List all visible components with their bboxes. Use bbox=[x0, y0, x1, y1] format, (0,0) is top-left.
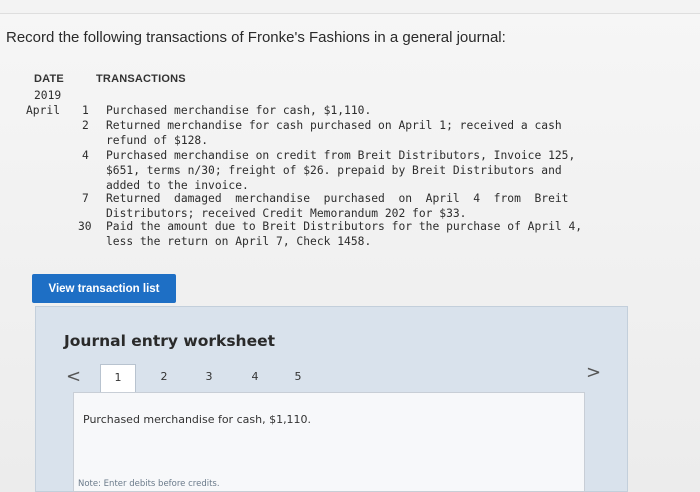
date-header: DATE bbox=[34, 73, 64, 85]
page: Record the following transactions of Fro… bbox=[0, 0, 700, 492]
transaction-day: 30 bbox=[78, 220, 92, 233]
transaction-line: refund of $128. bbox=[106, 134, 209, 147]
question-text: Record the following transactions of Fro… bbox=[6, 29, 506, 46]
transaction-line: Returned merchandise for cash purchased … bbox=[106, 119, 562, 132]
top-bar bbox=[0, 0, 700, 14]
transactions-header: TRANSACTIONS bbox=[96, 73, 186, 85]
transaction-line: $651, terms n/30; freight of $26. prepai… bbox=[106, 164, 562, 177]
month-label: April bbox=[26, 104, 61, 117]
transaction-line: Distributors; received Credit Memorandum… bbox=[106, 207, 467, 220]
transaction-day: 7 bbox=[82, 192, 89, 205]
worksheet-tab-4[interactable]: 4 bbox=[237, 364, 273, 392]
transaction-line: added to the invoice. bbox=[106, 179, 249, 192]
next-arrow-icon[interactable]: > bbox=[586, 362, 601, 383]
worksheet-tab-2[interactable]: 2 bbox=[146, 364, 182, 392]
transaction-line: less the return on April 7, Check 1458. bbox=[106, 235, 372, 248]
transaction-line: Paid the amount due to Breit Distributor… bbox=[106, 220, 583, 233]
worksheet-note: Note: Enter debits before credits. bbox=[78, 479, 220, 489]
year-label: 2019 bbox=[34, 89, 62, 102]
transaction-day: 4 bbox=[82, 149, 89, 162]
transaction-line: Returned damaged merchandise purchased o… bbox=[106, 192, 569, 205]
transaction-line: Purchased merchandise on credit from Bre… bbox=[106, 149, 576, 162]
prev-arrow-icon[interactable]: < bbox=[66, 366, 81, 387]
worksheet-tab-3[interactable]: 3 bbox=[191, 364, 227, 392]
worksheet-content: Purchased merchandise for cash, $1,110. … bbox=[73, 392, 585, 492]
transaction-day: 2 bbox=[82, 119, 89, 132]
transaction-line: Purchased merchandise for cash, $1,110. bbox=[106, 104, 372, 117]
view-transaction-list-button[interactable]: View transaction list bbox=[32, 274, 176, 303]
worksheet-title: Journal entry worksheet bbox=[64, 332, 276, 350]
worksheet-description: Purchased merchandise for cash, $1,110. bbox=[83, 413, 312, 426]
transaction-day: 1 bbox=[82, 104, 89, 117]
worksheet-tab-5[interactable]: 5 bbox=[280, 364, 316, 392]
worksheet-tab-1[interactable]: 1 bbox=[100, 364, 136, 392]
